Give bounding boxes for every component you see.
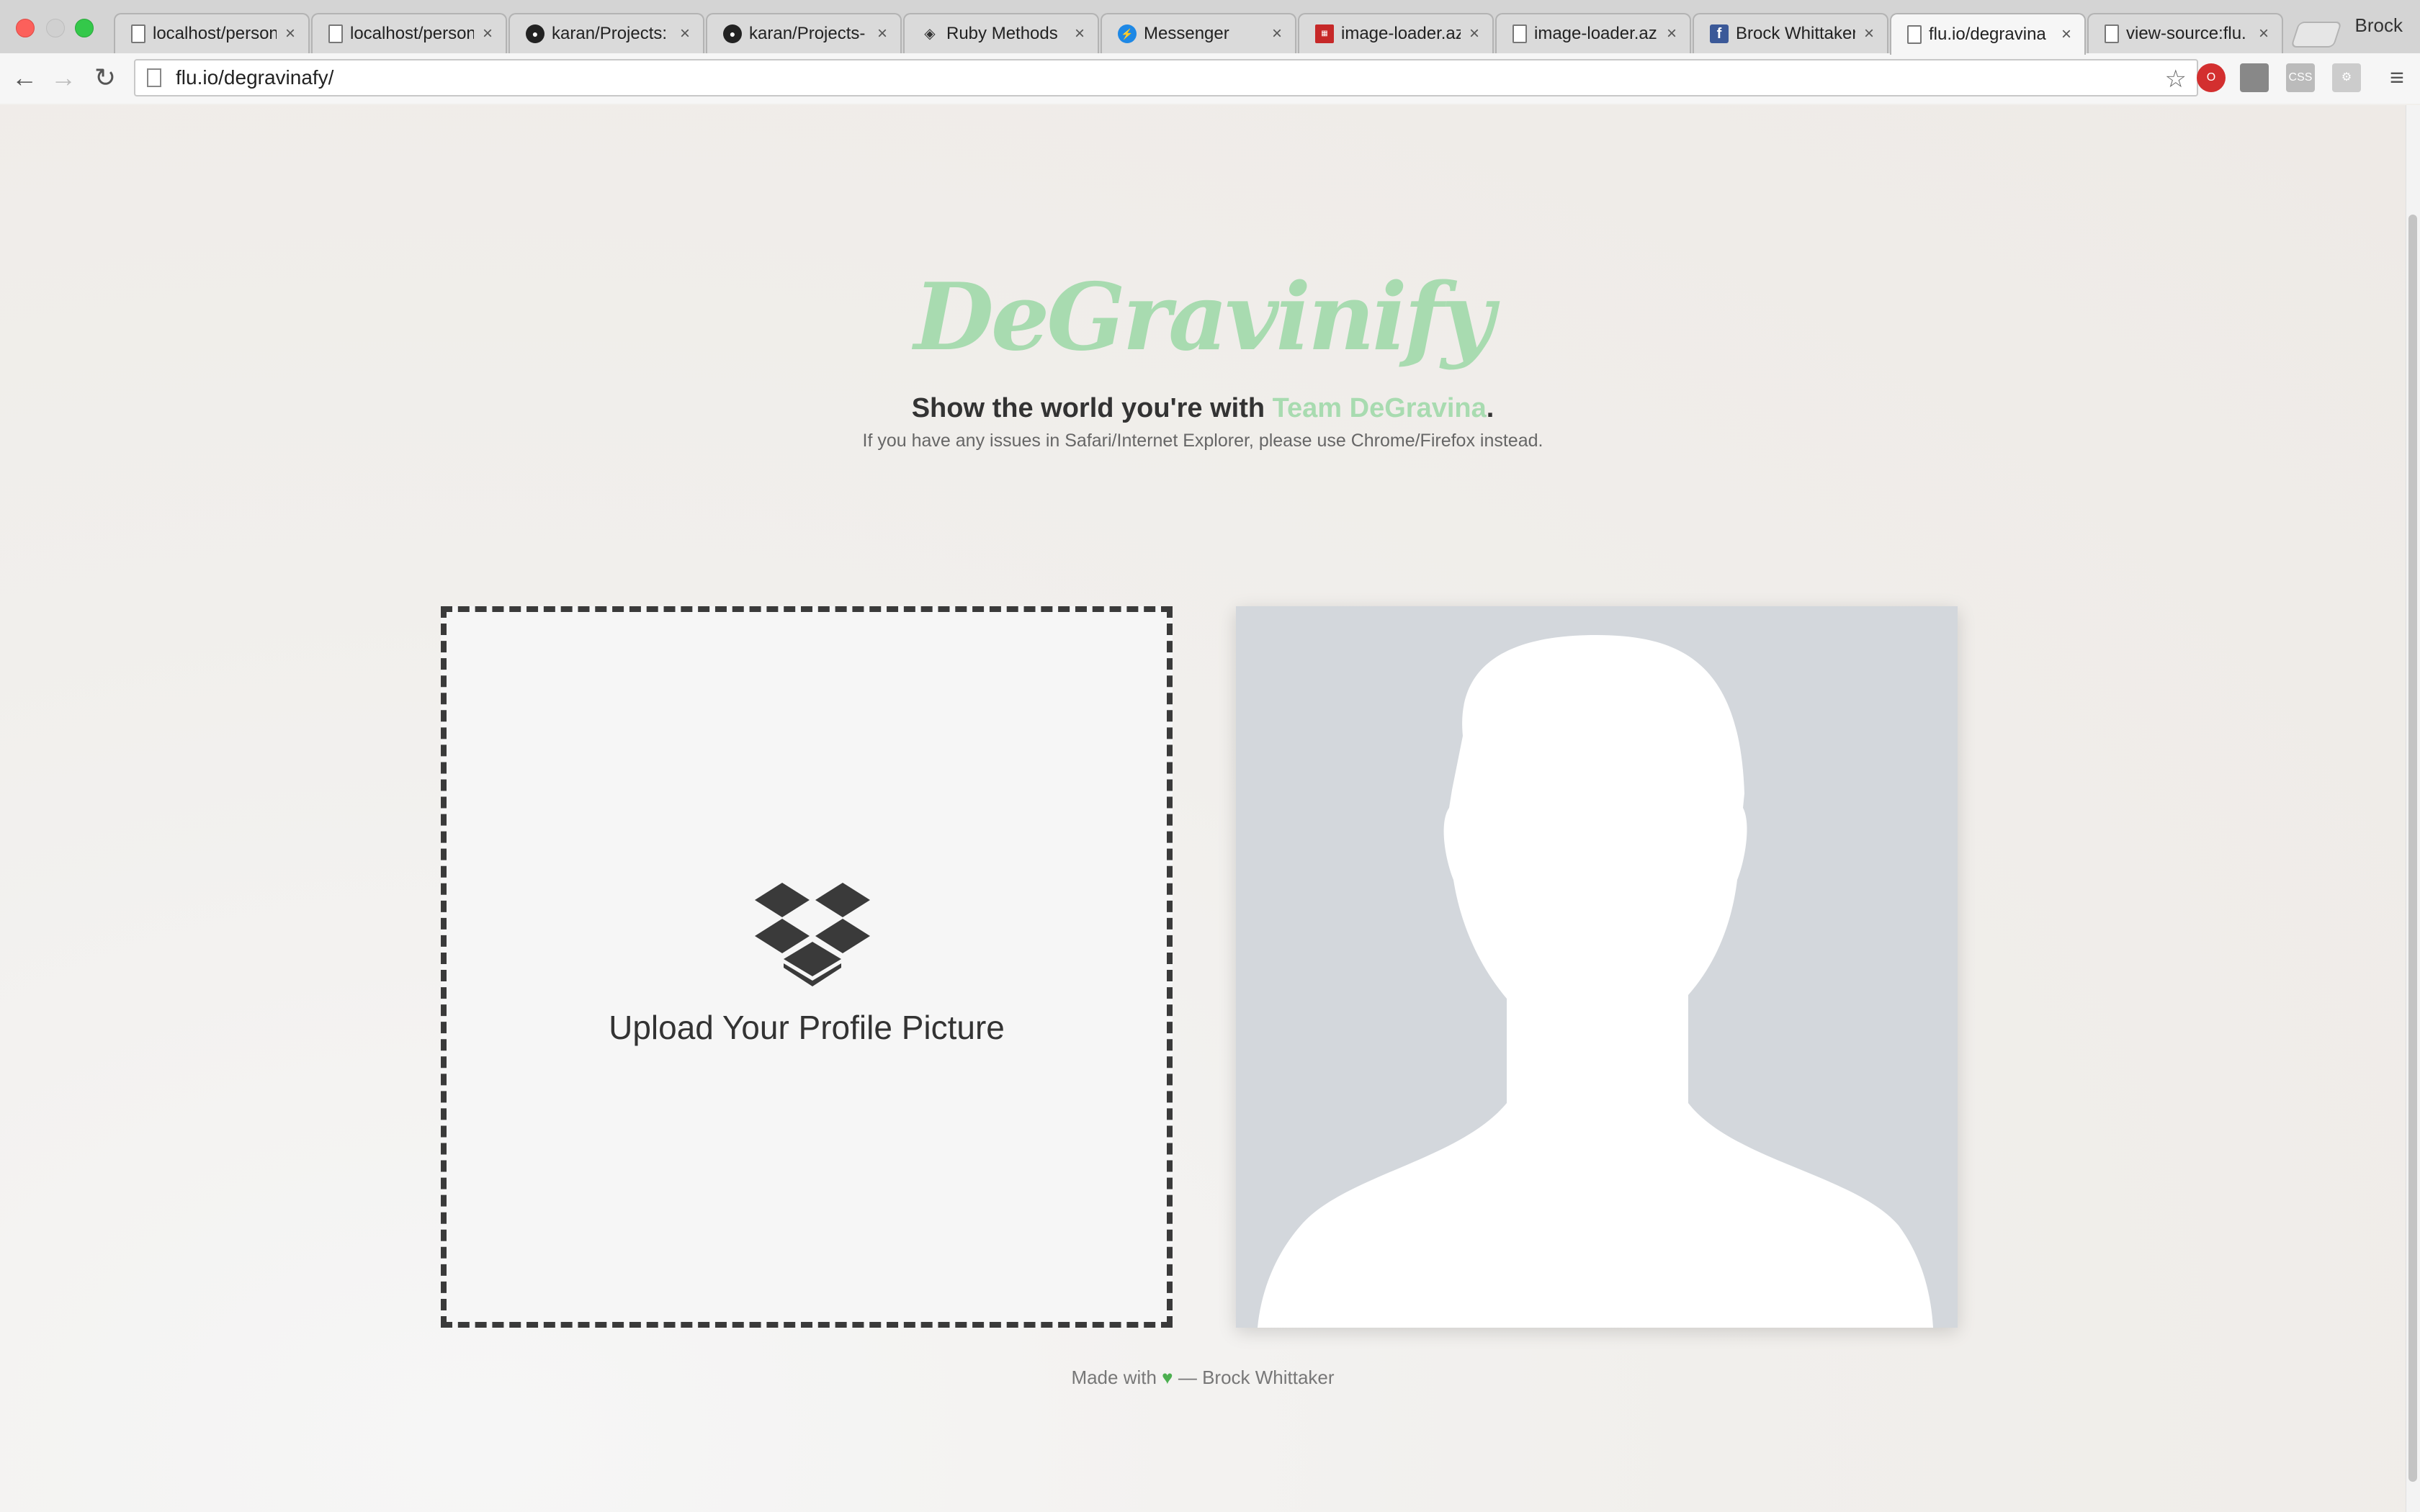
- profile-name[interactable]: Brock: [2355, 14, 2403, 37]
- extension-icon[interactable]: [2240, 63, 2269, 92]
- tab-title: Messenger: [1144, 24, 1229, 43]
- tab-localhost-1[interactable]: localhost/person ×: [114, 13, 310, 53]
- tab-title: flu.io/degravina: [1929, 24, 2046, 44]
- page-icon: [2105, 24, 2119, 43]
- upload-dropzone[interactable]: Upload Your Profile Picture: [441, 606, 1173, 1328]
- back-arrow-icon[interactable]: ←: [9, 62, 40, 94]
- tab-title: localhost/person: [153, 24, 277, 43]
- page-icon: [147, 68, 161, 87]
- tab-title: karan/Projects:: [552, 24, 668, 43]
- settings-extension-icon[interactable]: ⚙: [2332, 63, 2361, 92]
- address-bar[interactable]: flu.io/degravinafy/ ☆: [134, 59, 2198, 96]
- close-icon[interactable]: ×: [677, 24, 693, 44]
- tab-view-source[interactable]: view-source:flu. ×: [2087, 13, 2283, 53]
- tab-ruby-methods[interactable]: ◈ Ruby Methods ×: [903, 13, 1099, 53]
- dropbox-icon: [755, 883, 870, 986]
- page-icon: [1907, 25, 1922, 44]
- profile-preview: [1236, 606, 1958, 1328]
- tab-title: image-loader.az: [1341, 24, 1461, 43]
- page-icon: [1512, 24, 1527, 43]
- tab-title: karan/Projects-: [749, 24, 866, 43]
- url-text[interactable]: flu.io/degravinafy/: [176, 66, 333, 89]
- image-icon: ▦: [1315, 24, 1334, 43]
- tab-degravinafy[interactable]: flu.io/degravina ×: [1890, 13, 2086, 55]
- tab-strip: localhost/person × localhost/person × ● …: [0, 0, 2420, 55]
- close-icon[interactable]: ×: [1466, 24, 1482, 44]
- ruby-icon: ◈: [924, 26, 936, 42]
- forward-arrow-icon[interactable]: →: [48, 62, 79, 94]
- browser-toolbar: ← → ↻ flu.io/degravinafy/ ☆ O CSS ⚙ ≡: [0, 53, 2420, 104]
- close-icon[interactable]: ×: [2058, 24, 2074, 45]
- window-maximize-button[interactable]: [75, 19, 94, 37]
- tab-github-2[interactable]: ● karan/Projects- ×: [706, 13, 902, 53]
- messenger-icon: ⚡: [1118, 24, 1137, 43]
- upload-label[interactable]: Upload Your Profile Picture: [447, 1008, 1167, 1047]
- close-icon[interactable]: ×: [1072, 24, 1088, 44]
- page-icon: [328, 24, 343, 43]
- close-icon[interactable]: ×: [480, 24, 496, 44]
- tab-messenger[interactable]: ⚡ Messenger ×: [1101, 13, 1296, 53]
- logo: DeGravinify: [913, 264, 1494, 372]
- css-extension-icon[interactable]: CSS: [2286, 63, 2315, 92]
- close-icon[interactable]: ×: [282, 24, 298, 44]
- tab-title: localhost/person: [350, 24, 474, 43]
- new-tab-button[interactable]: [2290, 22, 2342, 48]
- tagline-suffix: .: [1486, 393, 1494, 423]
- scrollbar-thumb[interactable]: [2408, 215, 2417, 1482]
- window-close-button[interactable]: [16, 19, 35, 37]
- tab-title: Brock Whittaker: [1736, 24, 1855, 43]
- page-content: DeGravinify Show the world you're with T…: [0, 105, 2406, 1512]
- tab-image-loader-2[interactable]: image-loader.az ×: [1495, 13, 1691, 53]
- tagline-prefix: Show the world you're with: [911, 393, 1273, 423]
- tab-title: view-source:flu.: [2126, 24, 2246, 43]
- bookmark-star-icon[interactable]: ☆: [2165, 65, 2187, 94]
- scrollbar[interactable]: [2406, 105, 2420, 1512]
- github-icon: ●: [723, 24, 742, 43]
- default-avatar-silhouette-icon: [1258, 635, 1933, 1328]
- close-icon[interactable]: ×: [1269, 24, 1285, 44]
- tagline-accent: Team DeGravina: [1272, 393, 1487, 423]
- browser-chrome: localhost/person × localhost/person × ● …: [0, 0, 2420, 104]
- tab-localhost-2[interactable]: localhost/person ×: [311, 13, 507, 53]
- tab-title: image-loader.az: [1534, 24, 1657, 43]
- close-icon[interactable]: ×: [1861, 24, 1877, 44]
- heart-icon: ♥: [1162, 1367, 1173, 1388]
- tab-image-loader-1[interactable]: ▦ image-loader.az ×: [1298, 13, 1494, 53]
- footer: Made with ♥ — Brock Whittaker: [864, 1367, 1541, 1389]
- window-minimize-button[interactable]: [46, 19, 65, 37]
- tab-list: localhost/person × localhost/person × ● …: [114, 13, 2285, 55]
- tab-title: Ruby Methods: [946, 24, 1058, 43]
- opera-extension-icon[interactable]: O: [2197, 63, 2226, 92]
- tab-facebook[interactable]: f Brock Whittaker ×: [1693, 13, 1888, 53]
- github-icon: ●: [526, 24, 544, 43]
- close-icon[interactable]: ×: [2256, 24, 2272, 44]
- close-icon[interactable]: ×: [874, 24, 890, 44]
- page-icon: [131, 24, 145, 43]
- browser-notice: If you have any issues in Safari/Interne…: [862, 431, 1543, 451]
- close-icon[interactable]: ×: [1664, 24, 1680, 44]
- menu-icon[interactable]: ≡: [2383, 63, 2411, 92]
- reload-icon[interactable]: ↻: [89, 62, 121, 94]
- footer-author: — Brock Whittaker: [1178, 1367, 1335, 1388]
- tab-github-1[interactable]: ● karan/Projects: ×: [508, 13, 704, 53]
- tagline: Show the world you're with Team DeGravin…: [720, 393, 1685, 424]
- footer-prefix: Made with: [1071, 1367, 1157, 1388]
- facebook-icon: f: [1710, 24, 1729, 43]
